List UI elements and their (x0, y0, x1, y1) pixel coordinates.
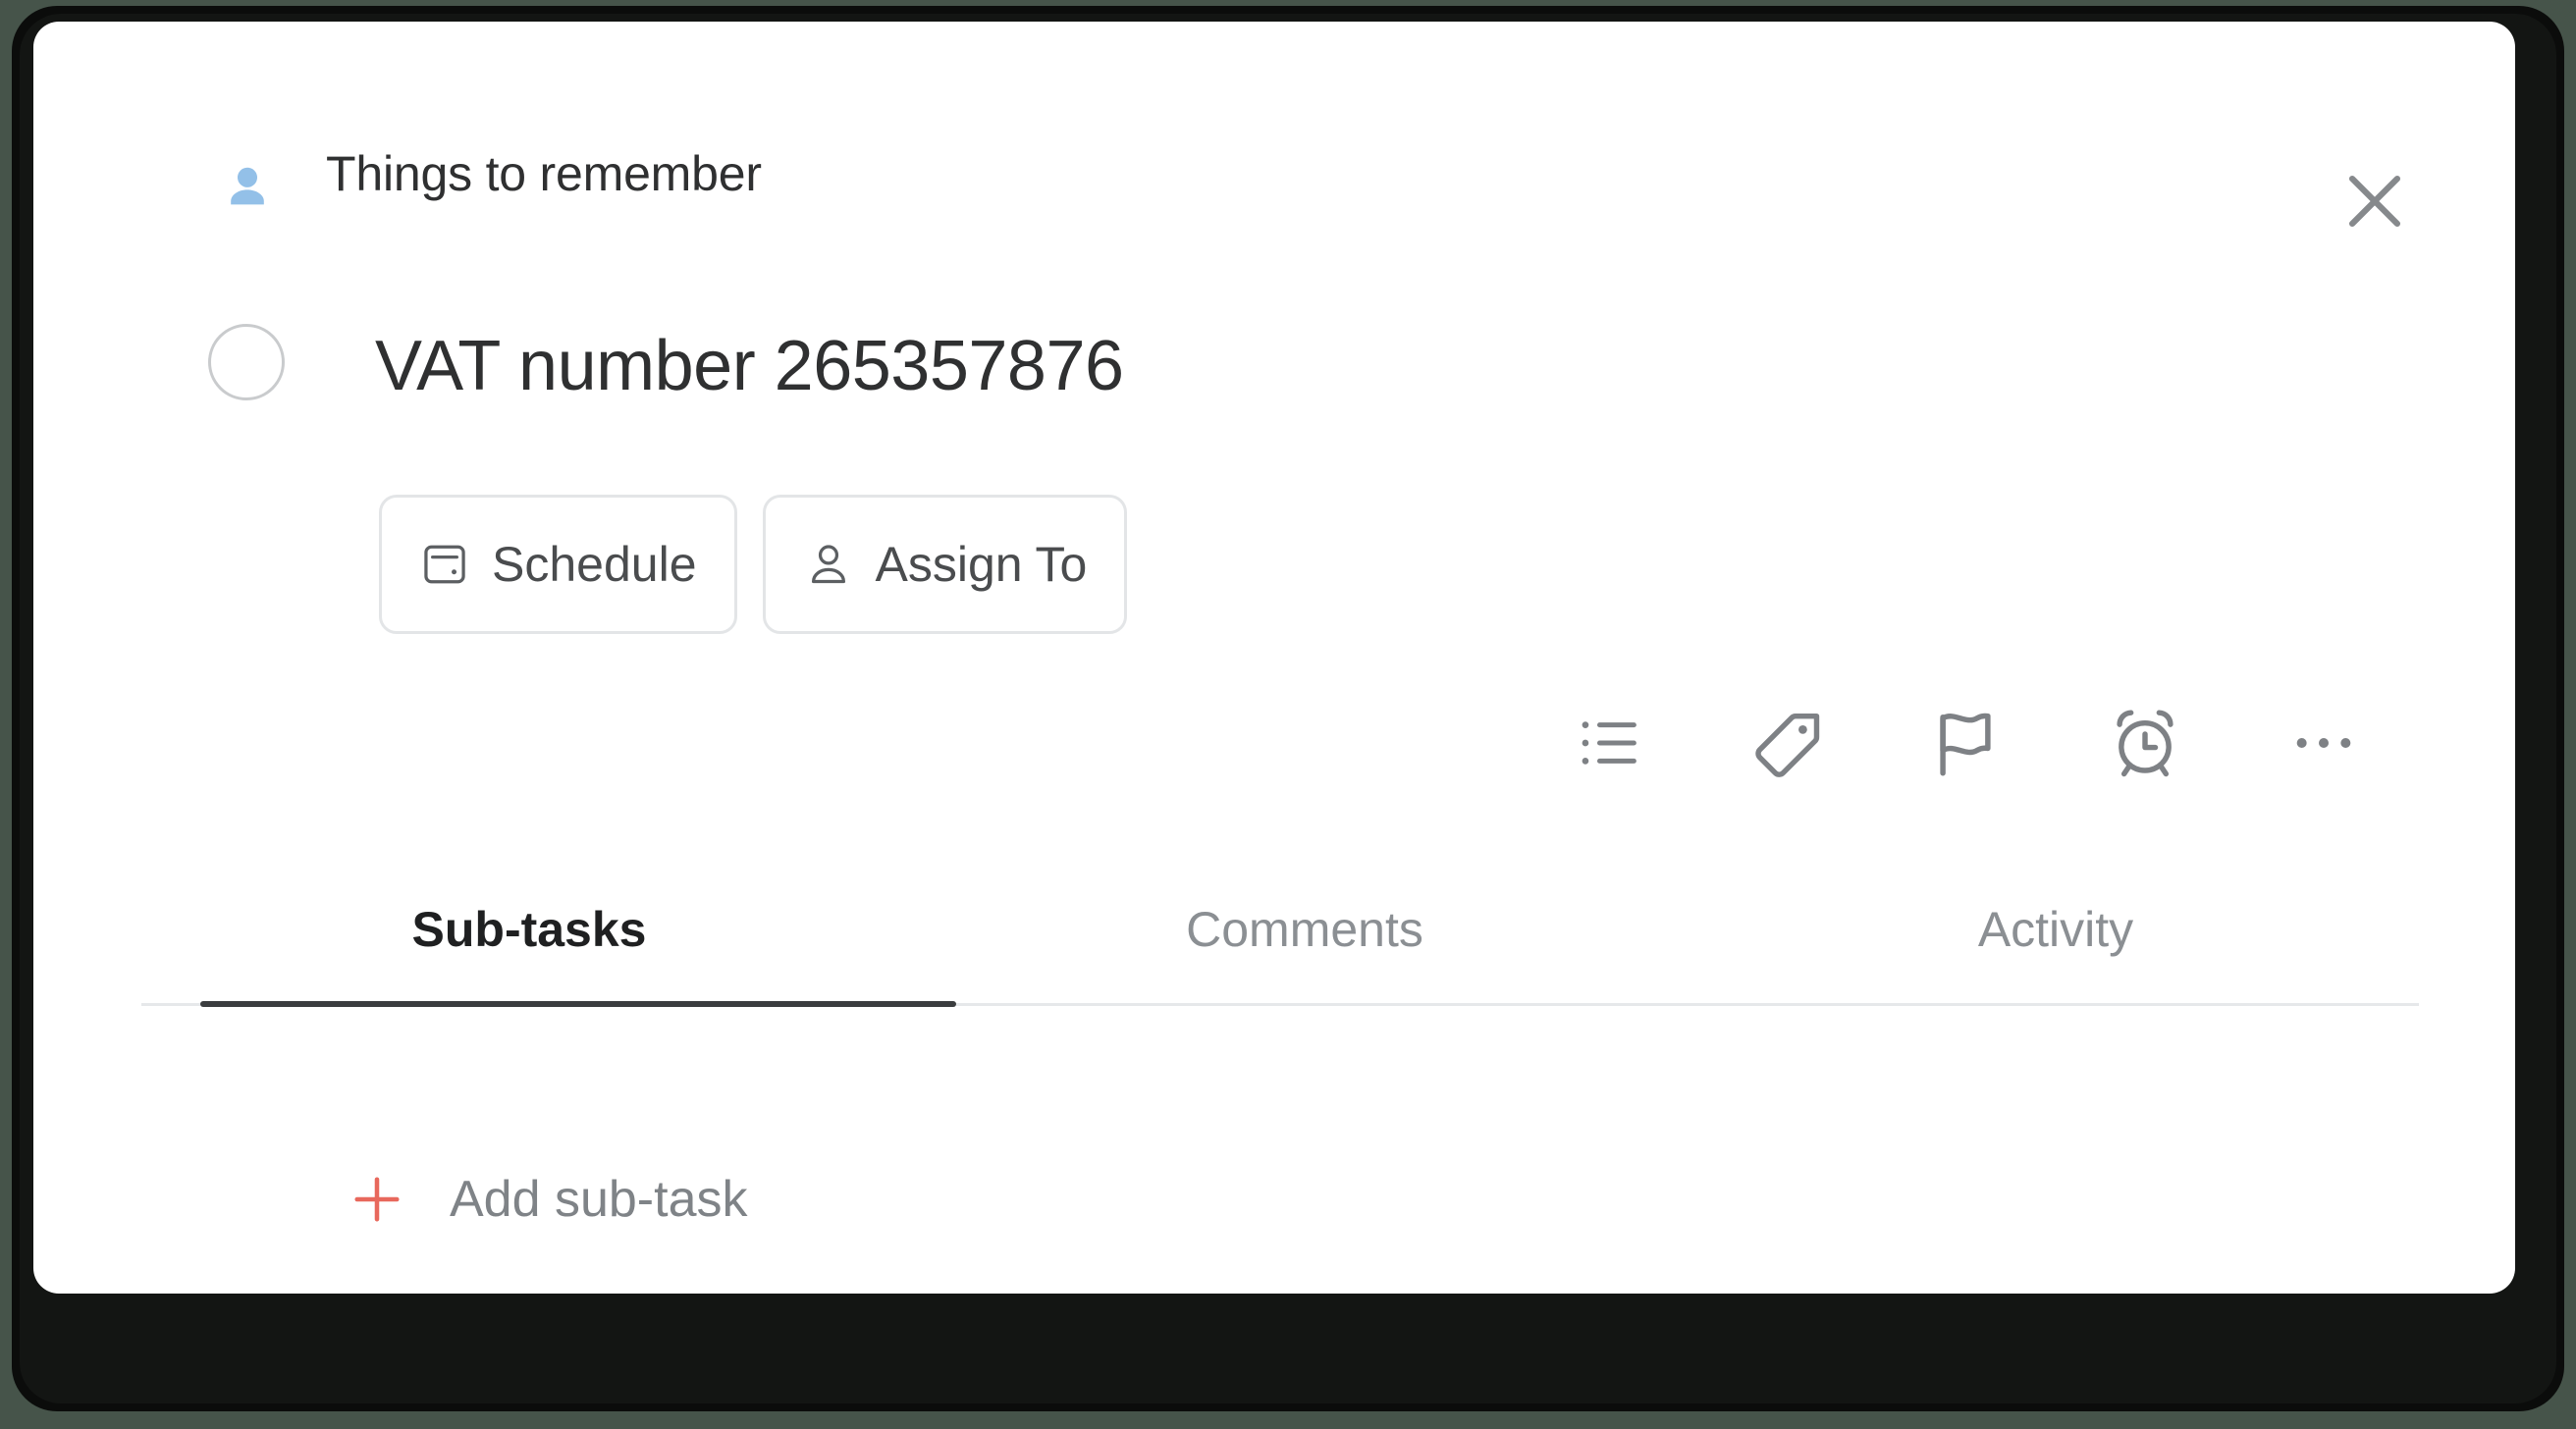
detail-tabs: Sub-tasks Comments Activity (141, 866, 2419, 1023)
task-detail-dialog: Things to remember VAT number 265357876 … (33, 22, 2515, 1294)
task-toolbar (1565, 699, 2368, 787)
plus-icon (346, 1168, 408, 1231)
person-outline-icon (803, 539, 854, 590)
schedule-button[interactable]: Schedule (379, 495, 737, 634)
dialog-header: Things to remember (33, 22, 2515, 228)
task-complete-checkbox[interactable] (208, 324, 285, 400)
list-icon[interactable] (1565, 699, 1653, 787)
more-horizontal-icon[interactable] (2280, 699, 2368, 787)
assign-to-button[interactable]: Assign To (762, 495, 1128, 634)
flag-icon[interactable] (1922, 699, 2011, 787)
tab-activity[interactable]: Activity (1692, 866, 2419, 993)
add-sub-task-label: Add sub-task (450, 1171, 748, 1228)
tag-icon[interactable] (1744, 699, 1832, 787)
tab-sub-tasks[interactable]: Sub-tasks (141, 866, 917, 993)
add-sub-task-button[interactable]: Add sub-task (346, 1168, 748, 1231)
person-filled-icon (220, 161, 275, 216)
close-icon[interactable] (2321, 147, 2429, 255)
alarm-clock-icon[interactable] (2101, 699, 2189, 787)
tab-active-underline (200, 1001, 956, 1007)
schedule-button-label: Schedule (492, 537, 697, 592)
task-title[interactable]: VAT number 265357876 (375, 326, 1124, 406)
task-action-buttons: Schedule Assign To (379, 495, 1128, 634)
calendar-icon (419, 539, 470, 590)
tab-comments[interactable]: Comments (917, 866, 1692, 993)
dialog-title: Things to remember (326, 146, 762, 201)
assign-to-button-label: Assign To (875, 537, 1088, 592)
